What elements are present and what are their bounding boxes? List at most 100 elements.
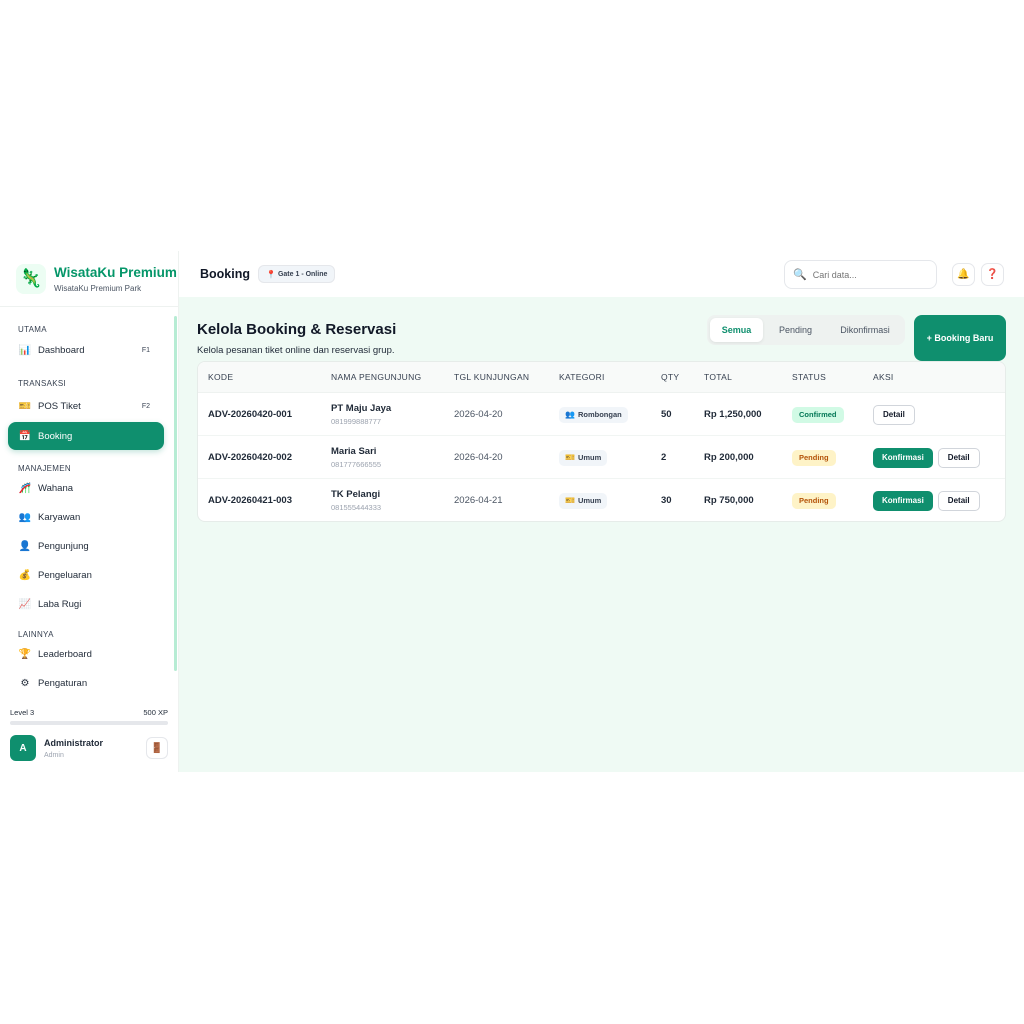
total-amount: Rp 200,000 <box>704 452 754 463</box>
app-window: 🦎 WisataKu Premium WisataKu Premium Park… <box>0 251 1024 772</box>
user-icon: 👤 <box>18 540 32 552</box>
brand: 🦎 WisataKu Premium WisataKu Premium Park <box>0 251 178 307</box>
category-label: Umum <box>577 496 602 505</box>
sidebar-scrollbar[interactable] <box>174 316 177 671</box>
col-status: STATUS <box>792 372 827 382</box>
help-button[interactable]: ❓ <box>981 263 1004 286</box>
search-box[interactable]: 🔍 <box>784 260 937 289</box>
category-label: Umum <box>577 453 602 462</box>
pin-icon: 📍 <box>266 269 276 279</box>
content-area: Kelola Booking & Reservasi Kelola pesana… <box>179 297 1024 772</box>
logout-button[interactable]: 🚪 <box>146 737 168 759</box>
question-icon: ❓ <box>986 269 999 280</box>
search-input[interactable] <box>812 269 923 280</box>
detail-button[interactable]: Detail <box>937 490 980 511</box>
ticket-icon: 🎫 <box>565 453 575 462</box>
sidebar-item-dashboard[interactable]: 📊 Dashboard F1 <box>8 336 164 364</box>
gate-status-badge: 📍 Gate 1 - Online <box>258 265 336 283</box>
visitor-name: TK Pelangi <box>331 489 381 500</box>
booking-table: KODE NAMA PENGUNJUNG TGL KUNJUNGAN KATEG… <box>197 361 1006 522</box>
money-bag-icon: 💰 <box>18 569 32 581</box>
visitor-phone: 081999888777 <box>331 417 382 426</box>
sidebar-item-laba-rugi[interactable]: 📈 Laba Rugi <box>8 590 164 618</box>
users-icon: 👥 <box>18 511 32 523</box>
sidebar-item-wahana[interactable]: 🎢 Wahana <box>8 474 164 502</box>
tab-semua[interactable]: Semua <box>710 318 763 342</box>
col-aksi: AKSI <box>873 372 894 382</box>
level-progress: Level 3 500 XP <box>10 708 168 725</box>
shortcut-key: F1 <box>141 346 150 354</box>
gear-icon: ⚙ <box>20 677 30 689</box>
detail-button[interactable]: Detail <box>937 447 980 468</box>
nav-section-transaksi: TRANSAKSI <box>18 379 67 388</box>
category-label: Rombongan <box>577 410 622 419</box>
ticket-icon: 🎫 <box>565 496 575 505</box>
sidebar-item-leaderboard[interactable]: 🏆 Leaderboard <box>8 640 164 668</box>
sidebar-item-label: POS Tiket <box>38 400 81 412</box>
status-filter-tabs: Semua Pending Dikonfirmasi <box>707 315 905 345</box>
total-amount: Rp 1,250,000 <box>704 409 762 420</box>
confirm-button[interactable]: Konfirmasi <box>873 490 933 511</box>
tab-pending[interactable]: Pending <box>763 318 828 342</box>
nav-section-lainnya: LAINNYA <box>18 630 54 639</box>
user-role: Admin <box>44 751 64 759</box>
notification-button[interactable]: 🔔 <box>952 263 975 286</box>
visitor-phone: 081777666555 <box>331 460 382 469</box>
sidebar-item-booking[interactable]: 📅 Booking <box>8 422 164 450</box>
sidebar-item-pengaturan[interactable]: ⚙ Pengaturan <box>8 669 164 697</box>
table-row: ADV-20260421-003 TK Pelangi 081555444333… <box>198 479 1005 521</box>
page-header-title: Booking <box>200 267 250 281</box>
main-area: Booking 📍 Gate 1 - Online 🔍 🔔 ❓ Kelola B… <box>179 251 1024 772</box>
roller-coaster-icon: 🎢 <box>18 482 32 494</box>
sidebar-nav: UTAMA 📊 Dashboard F1 TRANSAKSI 🎫 POS Tik… <box>0 313 172 708</box>
sidebar-item-pengunjung[interactable]: 👤 Pengunjung <box>8 532 164 560</box>
visit-date: 2026-04-21 <box>454 495 503 506</box>
nav-section-manajemen: MANAJEMEN <box>18 464 71 473</box>
level-label: Level 3 <box>10 708 35 717</box>
status-badge: Confirmed <box>792 406 844 423</box>
sidebar-item-label: Pengaturan <box>38 677 88 689</box>
col-qty: QTY <box>661 372 680 382</box>
sidebar-item-label: Wahana <box>38 482 74 494</box>
sidebar-item-karyawan[interactable]: 👥 Karyawan <box>8 503 164 531</box>
search-icon: 🔍 <box>793 269 807 281</box>
confirm-button[interactable]: Konfirmasi <box>873 447 933 468</box>
sidebar-item-pengeluaran[interactable]: 💰 Pengeluaran <box>8 561 164 589</box>
sidebar-item-pos-tiket[interactable]: 🎫 POS Tiket F2 <box>8 392 164 420</box>
sidebar-item-label: Dashboard <box>38 344 85 356</box>
page-description: Kelola pesanan tiket online dan reservas… <box>197 345 395 356</box>
booking-code: ADV-20260421-003 <box>208 495 292 506</box>
visit-date: 2026-04-20 <box>454 452 503 463</box>
quantity: 30 <box>661 495 672 506</box>
table-row: ADV-20260420-001 PT Maju Jaya 0819998887… <box>198 393 1005 436</box>
bell-icon: 🔔 <box>957 269 970 280</box>
category-badge: 🎫 Umum <box>559 492 608 509</box>
sidebar-item-label: Karyawan <box>38 511 81 523</box>
booking-code: ADV-20260420-001 <box>208 409 292 420</box>
page-title: Kelola Booking & Reservasi <box>197 321 397 338</box>
visitor-name: Maria Sari <box>331 446 377 457</box>
col-total: TOTAL <box>704 372 733 382</box>
col-nama-pengunjung: NAMA PENGUNJUNG <box>331 372 422 382</box>
new-booking-button[interactable]: + Booking Baru <box>914 315 1006 361</box>
category-badge: 🎫 Umum <box>559 449 608 466</box>
user-name: Administrator <box>44 737 104 748</box>
quantity: 50 <box>661 409 672 420</box>
total-amount: Rp 750,000 <box>704 495 754 506</box>
avatar[interactable]: A <box>10 735 36 761</box>
user-profile: A Administrator Admin 🚪 <box>10 735 168 761</box>
door-icon: 🚪 <box>150 742 164 754</box>
xp-label: 500 XP <box>143 708 168 717</box>
tab-dikonfirmasi[interactable]: Dikonfirmasi <box>828 318 902 342</box>
detail-button[interactable]: Detail <box>873 404 915 425</box>
visitor-name: PT Maju Jaya <box>331 403 392 414</box>
table-header: KODE NAMA PENGUNJUNG TGL KUNJUNGAN KATEG… <box>198 362 1005 393</box>
ticket-icon: 🎫 <box>18 400 32 412</box>
sidebar-item-label: Laba Rugi <box>38 598 82 610</box>
brand-title: WisataKu Premium <box>54 264 177 280</box>
booking-code: ADV-20260420-002 <box>208 452 292 463</box>
nav-section-utama: UTAMA <box>18 325 47 334</box>
calendar-icon: 📅 <box>18 430 32 442</box>
status-badge: Pending <box>792 449 836 466</box>
col-tgl-kunjungan: TGL KUNJUNGAN <box>454 372 530 382</box>
